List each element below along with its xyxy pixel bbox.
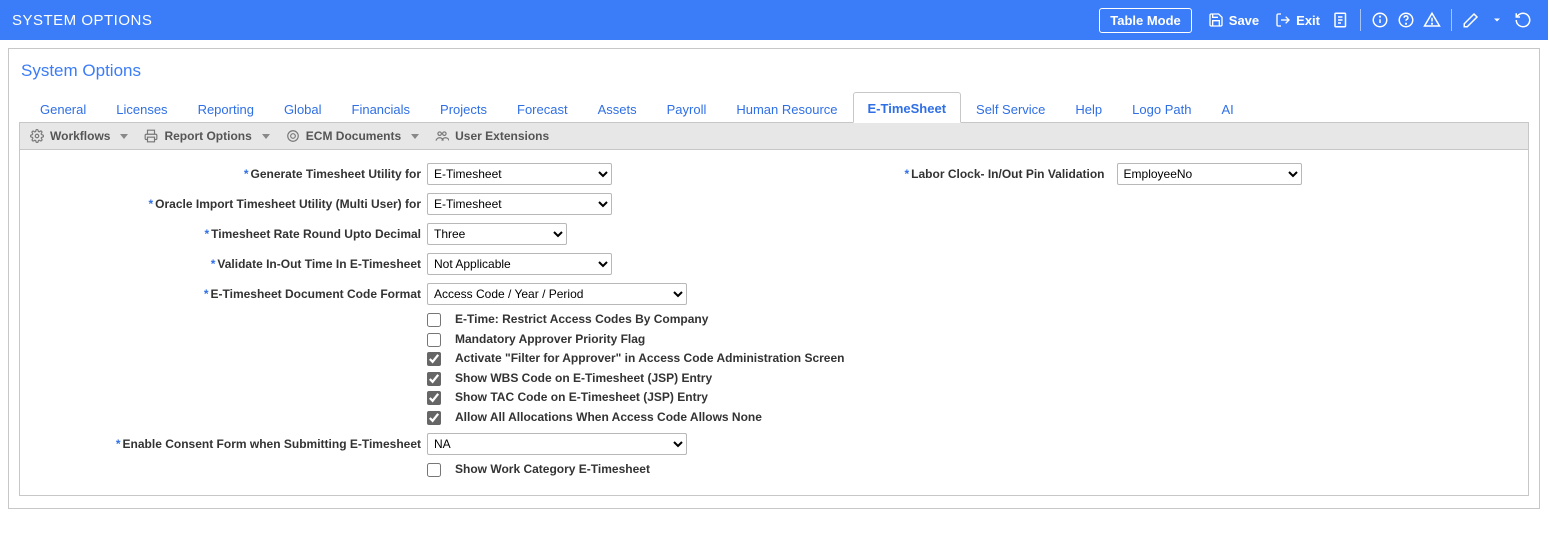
select-labor-clock[interactable]: EmployeeNo bbox=[1117, 163, 1302, 185]
select-rate-round[interactable]: Three bbox=[427, 223, 567, 245]
checkbox-restrict-access[interactable] bbox=[427, 313, 441, 327]
tab-projects[interactable]: Projects bbox=[425, 93, 502, 123]
row-chk-show-work-cat: Show Work Category E-Timesheet bbox=[32, 462, 844, 478]
select-oracle-import[interactable]: E-Timesheet bbox=[427, 193, 612, 215]
row-chk-show-wbs: Show WBS Code on E-Timesheet (JSP) Entry bbox=[32, 371, 844, 387]
sub-toolbar: Workflows Report Options ECM Documents U… bbox=[19, 123, 1529, 150]
label-chk-filter-for-approver: Activate "Filter for Approver" in Access… bbox=[455, 351, 844, 367]
document-icon bbox=[286, 129, 300, 143]
row-chk-allow-all-alloc: Allow All Allocations When Access Code A… bbox=[32, 410, 844, 426]
tab-help[interactable]: Help bbox=[1060, 93, 1117, 123]
header-divider bbox=[1360, 9, 1361, 31]
select-doc-code-format[interactable]: Access Code / Year / Period bbox=[427, 283, 687, 305]
report-options-button[interactable]: Report Options bbox=[144, 129, 269, 143]
info-icon[interactable] bbox=[1367, 7, 1393, 33]
checkbox-show-wbs[interactable] bbox=[427, 372, 441, 386]
row-chk-show-tac: Show TAC Code on E-Timesheet (JSP) Entry bbox=[32, 390, 844, 406]
row-rate-round: *Timesheet Rate Round Upto Decimal Three bbox=[32, 220, 844, 248]
exit-label: Exit bbox=[1296, 13, 1320, 28]
report-options-label: Report Options bbox=[164, 129, 251, 143]
form-area: *Generate Timesheet Utility for E-Timesh… bbox=[19, 150, 1529, 496]
row-generate-ts-util: *Generate Timesheet Utility for E-Timesh… bbox=[32, 160, 844, 188]
label-doc-code-format: *E-Timesheet Document Code Format bbox=[32, 287, 427, 301]
tab-self-service[interactable]: Self Service bbox=[961, 93, 1060, 123]
label-chk-show-wbs: Show WBS Code on E-Timesheet (JSP) Entry bbox=[455, 371, 712, 387]
table-mode-button[interactable]: Table Mode bbox=[1099, 8, 1192, 33]
label-chk-restrict-access: E-Time: Restrict Access Codes By Company bbox=[455, 312, 708, 328]
chevron-down-icon bbox=[120, 134, 128, 139]
label-validate-inout: *Validate In-Out Time In E-Timesheet bbox=[32, 257, 427, 271]
panel-title: System Options bbox=[19, 57, 1529, 91]
notes-icon[interactable] bbox=[1328, 7, 1354, 33]
label-generate-ts-util: *Generate Timesheet Utility for bbox=[32, 167, 427, 181]
app-title: SYSTEM OPTIONS bbox=[12, 12, 152, 29]
save-button[interactable]: Save bbox=[1200, 8, 1267, 32]
checkbox-show-tac[interactable] bbox=[427, 391, 441, 405]
label-consent: *Enable Consent Form when Submitting E-T… bbox=[32, 437, 427, 451]
exit-button[interactable]: Exit bbox=[1267, 8, 1328, 32]
row-chk-mandatory-approver: Mandatory Approver Priority Flag bbox=[32, 332, 844, 348]
main-panel: System Options General Licenses Reportin… bbox=[8, 48, 1540, 509]
save-label: Save bbox=[1229, 13, 1259, 28]
select-validate-inout[interactable]: Not Applicable bbox=[427, 253, 612, 275]
users-icon bbox=[435, 129, 449, 143]
workflows-button[interactable]: Workflows bbox=[30, 129, 128, 143]
select-consent[interactable]: NA bbox=[427, 433, 687, 455]
refresh-icon[interactable] bbox=[1510, 7, 1536, 33]
label-oracle-import: *Oracle Import Timesheet Utility (Multi … bbox=[32, 197, 427, 211]
ecm-documents-button[interactable]: ECM Documents bbox=[286, 129, 419, 143]
tab-bar: General Licenses Reporting Global Financ… bbox=[19, 91, 1529, 123]
label-labor-clock: *Labor Clock- In/Out Pin Validation bbox=[904, 167, 1110, 181]
tab-ai[interactable]: AI bbox=[1206, 93, 1248, 123]
row-doc-code-format: *E-Timesheet Document Code Format Access… bbox=[32, 280, 844, 308]
row-chk-restrict-access: E-Time: Restrict Access Codes By Company bbox=[32, 312, 844, 328]
chevron-down-icon bbox=[411, 134, 419, 139]
warning-icon[interactable] bbox=[1419, 7, 1445, 33]
tab-assets[interactable]: Assets bbox=[583, 93, 652, 123]
save-icon bbox=[1208, 12, 1224, 28]
checkbox-show-work-cat[interactable] bbox=[427, 463, 441, 477]
tab-financials[interactable]: Financials bbox=[337, 93, 426, 123]
left-column: *Generate Timesheet Utility for E-Timesh… bbox=[32, 160, 844, 481]
tab-general[interactable]: General bbox=[25, 93, 101, 123]
right-column: *Labor Clock- In/Out Pin Validation Empl… bbox=[904, 160, 1301, 481]
tab-forecast[interactable]: Forecast bbox=[502, 93, 583, 123]
row-oracle-import: *Oracle Import Timesheet Utility (Multi … bbox=[32, 190, 844, 218]
select-generate-ts-util[interactable]: E-Timesheet bbox=[427, 163, 612, 185]
dropdown-caret-icon[interactable] bbox=[1484, 7, 1510, 33]
label-chk-show-tac: Show TAC Code on E-Timesheet (JSP) Entry bbox=[455, 390, 708, 406]
tab-logo-path[interactable]: Logo Path bbox=[1117, 93, 1206, 123]
tab-e-timesheet[interactable]: E-TimeSheet bbox=[853, 92, 962, 123]
tab-human-resource[interactable]: Human Resource bbox=[721, 93, 852, 123]
label-chk-mandatory-approver: Mandatory Approver Priority Flag bbox=[455, 332, 645, 348]
exit-icon bbox=[1275, 12, 1291, 28]
checkbox-allow-all-alloc[interactable] bbox=[427, 411, 441, 425]
print-icon bbox=[144, 129, 158, 143]
workflows-label: Workflows bbox=[50, 129, 110, 143]
label-chk-show-work-cat: Show Work Category E-Timesheet bbox=[455, 462, 650, 478]
tab-licenses[interactable]: Licenses bbox=[101, 93, 182, 123]
help-icon[interactable] bbox=[1393, 7, 1419, 33]
checkbox-filter-for-approver[interactable] bbox=[427, 352, 441, 366]
row-labor-clock: *Labor Clock- In/Out Pin Validation Empl… bbox=[904, 160, 1301, 188]
row-validate-inout: *Validate In-Out Time In E-Timesheet Not… bbox=[32, 250, 844, 278]
tab-global[interactable]: Global bbox=[269, 93, 337, 123]
app-header: SYSTEM OPTIONS Table Mode Save Exit bbox=[0, 0, 1548, 40]
tab-reporting[interactable]: Reporting bbox=[183, 93, 269, 123]
user-extensions-label: User Extensions bbox=[455, 129, 549, 143]
chevron-down-icon bbox=[262, 134, 270, 139]
label-chk-allow-all-alloc: Allow All Allocations When Access Code A… bbox=[455, 410, 762, 426]
gear-icon bbox=[30, 129, 44, 143]
row-chk-filter-for-approver: Activate "Filter for Approver" in Access… bbox=[32, 351, 844, 367]
edit-icon[interactable] bbox=[1458, 7, 1484, 33]
header-divider-2 bbox=[1451, 9, 1452, 31]
tab-payroll[interactable]: Payroll bbox=[652, 93, 722, 123]
checkbox-mandatory-approver[interactable] bbox=[427, 333, 441, 347]
ecm-documents-label: ECM Documents bbox=[306, 129, 401, 143]
user-extensions-button[interactable]: User Extensions bbox=[435, 129, 549, 143]
row-consent: *Enable Consent Form when Submitting E-T… bbox=[32, 430, 844, 458]
label-rate-round: *Timesheet Rate Round Upto Decimal bbox=[32, 227, 427, 241]
